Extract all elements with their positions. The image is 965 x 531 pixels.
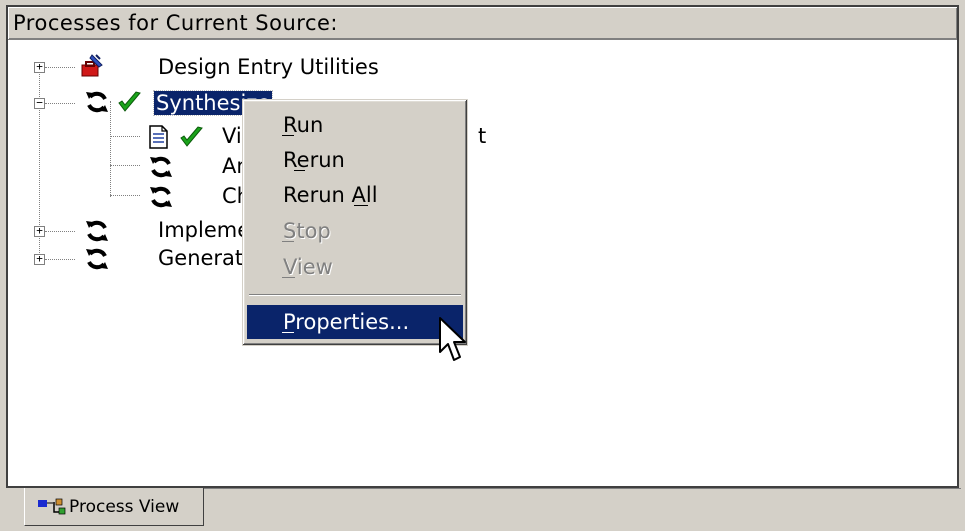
toolbox-icon	[81, 54, 103, 77]
tab-strip-line	[204, 488, 961, 489]
panel-title: Processes for Current Source:	[8, 7, 957, 40]
refresh-icon	[86, 91, 108, 113]
tab-strip: Process View	[0, 488, 965, 531]
menu-item-label: Run	[283, 113, 324, 137]
context-menu: Run Rerun Rerun All Stop View Properties…	[242, 99, 468, 346]
mnemonic-underline	[282, 241, 294, 242]
collapse-button[interactable]: −	[34, 97, 45, 109]
tree-item-label[interactable]: Impleme	[158, 217, 250, 243]
menu-item-label: View	[283, 255, 333, 279]
tree-connector	[110, 195, 140, 196]
refresh-icon	[150, 186, 172, 208]
tree-connector	[45, 103, 75, 104]
tree-item-label[interactable]: Vi	[222, 123, 242, 149]
menu-item-rerun-all[interactable]: Rerun All	[247, 178, 463, 212]
process-tree[interactable]: + Design Entry Utilities − Synthesize Vi…	[8, 41, 957, 486]
menu-separator	[249, 294, 461, 296]
tree-connector	[110, 165, 140, 166]
refresh-icon	[150, 156, 172, 178]
mnemonic-underline	[354, 205, 368, 206]
tree-connector	[110, 101, 111, 197]
document-icon	[149, 125, 168, 149]
menu-item-label: Stop	[283, 219, 331, 243]
tree-item-label-suffix: t	[478, 124, 487, 148]
mnemonic-underline	[282, 277, 295, 278]
menu-item-label: Rerun	[283, 148, 345, 172]
menu-item-stop: Stop	[247, 214, 463, 248]
mnemonic-underline	[282, 332, 294, 333]
menu-item-label: Properties...	[283, 310, 410, 334]
processes-panel: Processes for Current Source: + Design E…	[6, 5, 959, 488]
tree-connector	[45, 231, 75, 232]
tree-connector	[45, 259, 75, 260]
tree-item-label[interactable]: Design Entry Utilities	[158, 54, 379, 80]
refresh-icon	[86, 220, 108, 242]
checkmark-icon	[180, 126, 203, 147]
menu-item-view: View	[247, 250, 463, 284]
tree-item-label[interactable]: Generat	[158, 245, 243, 271]
menu-item-label: Rerun All	[283, 183, 378, 207]
menu-item-run[interactable]: Run	[247, 108, 463, 142]
tab-process-view[interactable]: Process View	[24, 488, 204, 526]
checkmark-icon	[118, 91, 141, 112]
refresh-icon	[86, 248, 108, 270]
mnemonic-underline	[294, 170, 305, 171]
expand-button[interactable]: +	[34, 61, 45, 73]
expand-button[interactable]: +	[34, 253, 45, 265]
tab-label: Process View	[69, 497, 180, 517]
arrow-cursor-icon	[439, 317, 466, 361]
tree-connector	[45, 67, 75, 68]
process-view-icon	[38, 498, 66, 515]
tree-connector	[110, 136, 140, 137]
expand-button[interactable]: +	[34, 225, 45, 237]
menu-item-properties[interactable]: Properties...	[247, 305, 463, 339]
mnemonic-underline	[282, 135, 294, 136]
menu-item-rerun[interactable]: Rerun	[247, 143, 463, 177]
